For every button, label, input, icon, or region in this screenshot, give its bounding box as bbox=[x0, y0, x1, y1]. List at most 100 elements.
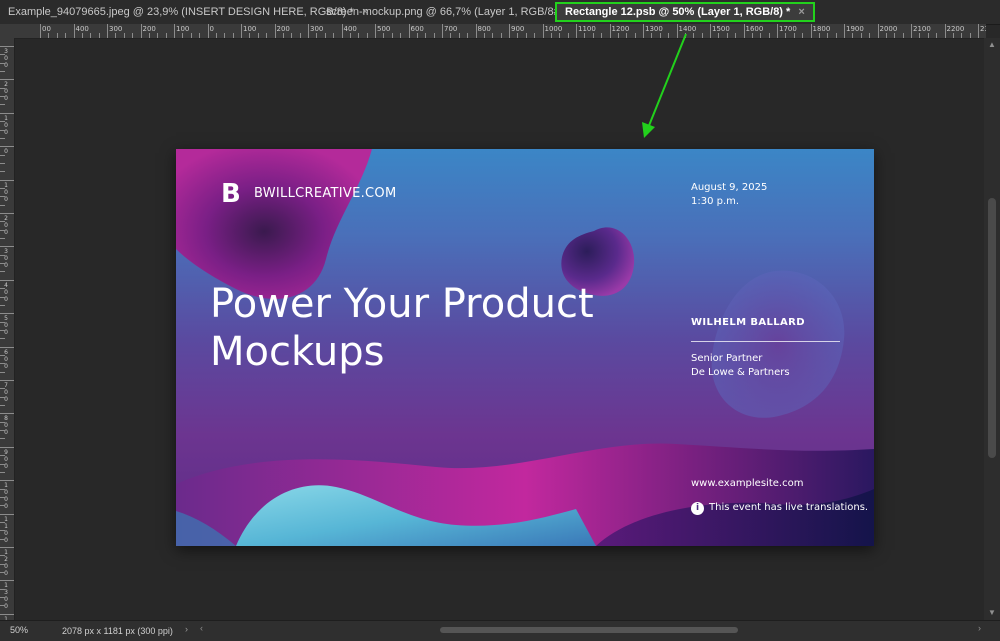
ruler-minor-tick bbox=[0, 221, 5, 223]
ruler-tick bbox=[0, 46, 14, 47]
ruler-label: 100 bbox=[4, 181, 8, 203]
scroll-down-icon[interactable]: ▼ bbox=[984, 608, 1000, 617]
ruler-minor-tick bbox=[224, 33, 226, 38]
ruler-minor-tick bbox=[0, 104, 5, 106]
ruler-label: 600 bbox=[410, 25, 424, 33]
ruler-minor-tick bbox=[115, 33, 117, 38]
zoom-level[interactable]: 50% bbox=[10, 625, 28, 635]
ruler-label: 1100 bbox=[578, 25, 596, 33]
horizontal-scroll-track[interactable] bbox=[210, 625, 974, 635]
ruler-minor-tick bbox=[0, 363, 5, 365]
ruler-minor-tick bbox=[0, 62, 5, 64]
ruler-minor-tick bbox=[860, 33, 862, 38]
ruler-minor-tick bbox=[0, 154, 5, 156]
ruler-minor-tick bbox=[266, 33, 268, 38]
ruler-label: 1700 bbox=[779, 25, 797, 33]
ruler-horizontal[interactable]: 00 400 300 200 100 0 100 200 300 400 500 600 700 800 9… bbox=[14, 24, 986, 39]
ruler-minor-tick bbox=[0, 162, 5, 164]
ruler-label: 400 bbox=[343, 25, 357, 33]
ruler-tick bbox=[442, 24, 443, 38]
ruler-label: 600 bbox=[4, 348, 8, 370]
ruler-tick bbox=[140, 24, 142, 38]
document-info: 2078 px x 1181 px (300 ppi) bbox=[62, 626, 173, 636]
ruler-tick bbox=[844, 24, 845, 38]
ruler-label: 700 bbox=[444, 25, 458, 33]
ruler-tick bbox=[0, 246, 14, 248]
ruler-minor-tick bbox=[0, 488, 5, 490]
ruler-minor-tick bbox=[123, 33, 125, 38]
horizontal-scroll-thumb[interactable] bbox=[440, 627, 738, 633]
ruler-minor-tick bbox=[0, 71, 5, 73]
ruler-minor-tick bbox=[0, 563, 5, 565]
brand-name: BWILLCREATIVE.COM bbox=[254, 186, 397, 201]
ruler-label: 100 bbox=[4, 114, 8, 136]
ruler-minor-tick bbox=[659, 33, 661, 38]
design-canvas[interactable]: B BWILLCREATIVE.COM August 9, 2025 1:30 … bbox=[176, 149, 874, 546]
ruler-minor-tick bbox=[0, 338, 5, 340]
ruler-tick bbox=[0, 480, 14, 482]
ruler-minor-tick bbox=[0, 396, 5, 398]
ruler-minor-tick bbox=[0, 87, 5, 89]
ruler-minor-tick bbox=[0, 321, 5, 323]
ruler-minor-tick bbox=[0, 430, 5, 432]
ruler-tick bbox=[944, 24, 946, 38]
close-icon[interactable]: × bbox=[798, 6, 804, 18]
horizontal-scrollbar[interactable]: ‹ › bbox=[200, 623, 984, 635]
ruler-minor-tick bbox=[425, 33, 427, 38]
ruler-minor-tick bbox=[299, 33, 301, 38]
ruler-minor-tick bbox=[785, 33, 787, 38]
ruler-minor-tick bbox=[0, 254, 5, 256]
tab-screen-mockup[interactable]: screen-mockup.png @ 66,7% (Layer 1, RGB/… bbox=[318, 2, 586, 22]
ruler-tick bbox=[978, 24, 979, 38]
ruler-minor-tick bbox=[961, 33, 963, 38]
ruler-minor-tick bbox=[0, 121, 5, 123]
ruler-minor-tick bbox=[0, 129, 5, 131]
scroll-up-icon[interactable]: ▲ bbox=[984, 40, 1000, 49]
ruler-vertical[interactable]: 3002001000100200300400500600700800900100… bbox=[0, 38, 15, 620]
ruler-tick bbox=[576, 24, 577, 38]
ruler-minor-tick bbox=[0, 521, 5, 523]
ruler-minor-tick bbox=[90, 33, 92, 38]
vertical-scrollbar[interactable]: ▲ ▼ bbox=[984, 38, 1000, 620]
ruler-tick bbox=[911, 24, 912, 38]
tab-rectangle-psb[interactable]: Rectangle 12.psb @ 50% (Layer 1, RGB/8) … bbox=[555, 2, 815, 22]
ruler-label: 200 bbox=[142, 25, 156, 33]
ruler-minor-tick bbox=[98, 33, 100, 38]
ruler-minor-tick bbox=[157, 33, 159, 38]
chevron-right-icon[interactable]: › bbox=[185, 624, 188, 634]
ruler-minor-tick bbox=[450, 33, 452, 38]
ruler-tick bbox=[743, 24, 745, 38]
ruler-label: 100 bbox=[176, 25, 190, 33]
ruler-minor-tick bbox=[835, 33, 837, 38]
ruler-minor-tick bbox=[818, 33, 820, 38]
ruler-minor-tick bbox=[927, 33, 929, 38]
ruler-label: 2000 bbox=[879, 25, 898, 33]
ruler-tick bbox=[107, 24, 108, 38]
tab-label: Example_94079665.jpeg @ 23,9% (INSERT DE… bbox=[8, 6, 354, 18]
ruler-minor-tick bbox=[0, 597, 5, 599]
ruler-label: 400 bbox=[4, 281, 8, 303]
vertical-scroll-thumb[interactable] bbox=[988, 198, 996, 458]
ruler-minor-tick bbox=[333, 33, 335, 38]
ruler-minor-tick bbox=[249, 33, 251, 38]
ruler-minor-tick bbox=[726, 33, 728, 38]
ruler-tick bbox=[40, 24, 41, 38]
ruler-minor-tick bbox=[668, 33, 670, 38]
website-url: www.examplesite.com bbox=[691, 478, 804, 489]
ruler-minor-tick bbox=[0, 471, 5, 473]
ruler-tick bbox=[0, 513, 14, 515]
ruler-minor-tick bbox=[257, 33, 259, 38]
ruler-minor-tick bbox=[0, 271, 5, 273]
ruler-tick bbox=[676, 24, 678, 38]
ruler-tick bbox=[0, 346, 14, 348]
ruler-label: 1000 bbox=[544, 25, 563, 33]
scroll-left-icon[interactable]: ‹ bbox=[200, 623, 203, 633]
ruler-minor-tick bbox=[693, 33, 695, 38]
ruler-minor-tick bbox=[0, 371, 5, 373]
ruler-minor-tick bbox=[0, 505, 5, 507]
ruler-minor-tick bbox=[232, 33, 234, 38]
ruler-minor-tick bbox=[282, 33, 284, 38]
ruler-tick bbox=[0, 446, 14, 448]
ruler-minor-tick bbox=[182, 33, 184, 38]
scroll-right-icon[interactable]: › bbox=[978, 623, 981, 633]
